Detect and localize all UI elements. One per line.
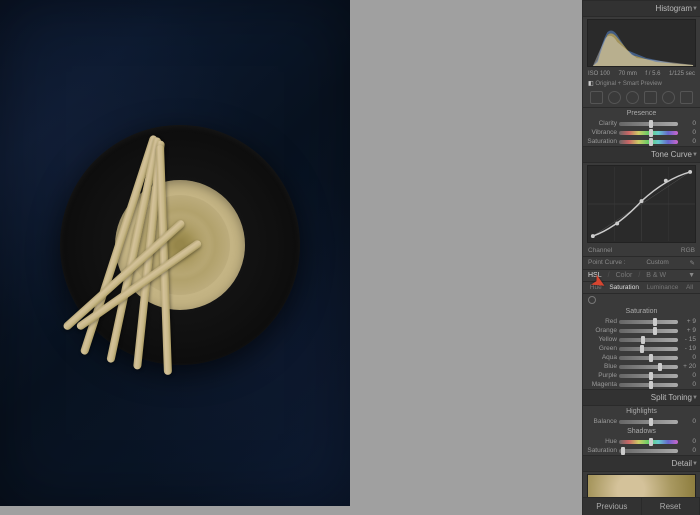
slider-hue[interactable]: Hue 0 [583,437,700,446]
slider-red[interactable]: Red + 9 [583,317,700,326]
slider-purple[interactable]: Purple 0 [583,371,700,380]
histogram-header[interactable]: Histogram▼ [583,0,700,17]
subtab-all[interactable]: All [686,284,693,291]
develop-panel: Histogram▼ ISO 10070 mmf / 5.61/125 sec … [582,0,700,515]
highlights-label: Highlights [583,406,700,417]
tab-color[interactable]: Color [616,272,633,279]
detail-header[interactable]: Detail▼ [583,455,700,472]
slider-balance[interactable]: Balance 0 [583,417,700,426]
slider-clarity[interactable]: Clarity 0 [583,119,700,128]
previous-button[interactable]: Previous [583,498,642,515]
slider-vibrance[interactable]: Vibrance 0 [583,128,700,137]
gradient-tool[interactable] [644,91,657,104]
radial-tool[interactable] [662,91,675,104]
split-toning-header[interactable]: Split Toning▼ [583,389,700,406]
subtab-luminance[interactable]: Luminance [647,284,679,291]
spot-tool[interactable] [608,91,621,104]
curve-edit-icon[interactable]: ✎ [690,259,695,267]
presence-title: Presence [583,108,700,119]
crop-tool[interactable] [590,91,603,104]
tool-strip [583,88,700,108]
subtab-saturation[interactable]: Saturation [609,284,639,291]
targeted-adjustment-tool[interactable] [588,296,596,304]
histogram-display[interactable] [587,19,696,67]
slider-blue[interactable]: Blue + 20 [583,362,700,371]
tone-curve-graph[interactable] [587,165,696,243]
reset-button[interactable]: Reset [642,498,700,515]
brush-tool[interactable] [680,91,693,104]
hsl-subtabs: ➤ Hue Saturation Luminance All [583,282,700,294]
slider-aqua[interactable]: Aqua 0 [583,353,700,362]
plate-graphic [60,125,300,365]
shadows-label: Shadows [583,426,700,437]
slider-green[interactable]: Green - 19 [583,344,700,353]
slider-saturation[interactable]: Saturation 0 [583,446,700,455]
slider-orange[interactable]: Orange + 9 [583,326,700,335]
tab-bw[interactable]: B & W [646,272,666,279]
photo-canvas[interactable] [0,0,350,506]
redeye-tool[interactable] [626,91,639,104]
preview-status: ◧ Original + Smart Preview [583,79,700,88]
exif-row: ISO 10070 mmf / 5.61/125 sec [583,69,700,79]
saturation-title: Saturation [583,306,700,317]
slider-yellow[interactable]: Yellow - 15 [583,335,700,344]
slider-magenta[interactable]: Magenta 0 [583,380,700,389]
slider-saturation[interactable]: Saturation 0 [583,137,700,146]
tone-curve-header[interactable]: Tone Curve▼ [583,146,700,163]
